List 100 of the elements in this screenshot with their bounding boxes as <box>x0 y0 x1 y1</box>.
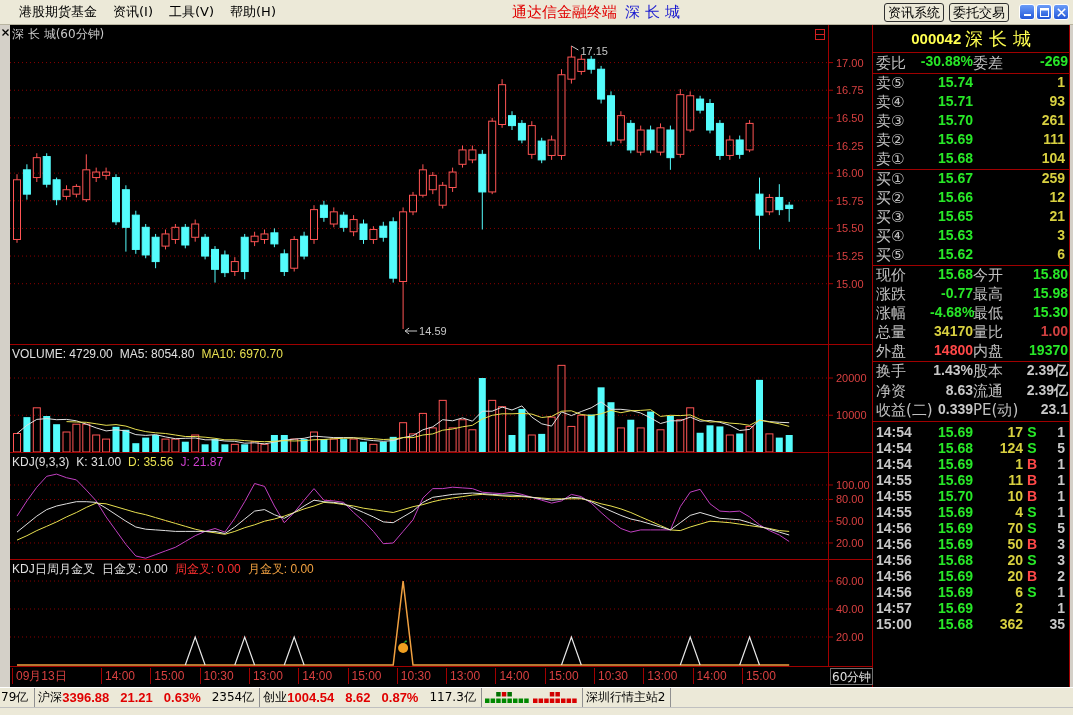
order-volume: 93 <box>1048 93 1065 111</box>
volume-bar <box>310 431 318 453</box>
order-volume: 6 <box>1056 246 1065 264</box>
order-price: 15.68 <box>936 150 973 168</box>
legend-item: MA10: 6970.70 <box>201 347 283 361</box>
menu-item[interactable]: 港股期货基金 <box>11 3 105 21</box>
candle <box>181 223 190 249</box>
candle <box>438 181 447 209</box>
close-button[interactable] <box>1053 4 1069 20</box>
menu-item[interactable]: 资讯(I) <box>105 3 161 21</box>
menu-item[interactable]: 帮助(H) <box>222 3 284 21</box>
index-percent: 0.63% <box>163 690 201 705</box>
candle <box>656 122 665 156</box>
toolbar-button[interactable]: 委托交易 <box>949 2 1009 22</box>
volume-bar <box>250 441 259 453</box>
legend-item: 周金叉: 0.00 <box>174 562 241 576</box>
quote-label: 量比 <box>973 323 1004 342</box>
time-label: 15:00 <box>741 668 776 684</box>
minimize-button[interactable] <box>1019 4 1035 20</box>
close-icon <box>1056 7 1066 17</box>
quote-label: 委比 <box>876 53 907 73</box>
quote-value: -0.77 <box>940 285 973 303</box>
stock-title: 深 长 城 <box>625 2 680 22</box>
legend-item: 日金叉: 0.00 <box>101 562 168 576</box>
trade-side: S <box>1026 423 1038 440</box>
axis-label: 20.00 <box>836 631 864 643</box>
volume-bar <box>280 435 288 453</box>
candle <box>220 250 229 278</box>
order-volume: 21 <box>1048 208 1065 226</box>
tick-volume: 50 <box>1006 535 1023 552</box>
volume-bar <box>142 437 150 453</box>
tick-volume: 6 <box>1014 583 1023 600</box>
quote-label: 涨幅 <box>876 304 907 323</box>
period-button[interactable]: 60分钟 <box>830 668 874 685</box>
tick-count: 1 <box>1056 423 1065 440</box>
candle <box>359 219 368 245</box>
tick-time: 14:56 <box>876 583 913 600</box>
quote-label: 今开 <box>973 266 1004 285</box>
legend-item: VOLUME: 4729.00 <box>12 347 113 361</box>
order-label: 卖⑤ <box>876 74 906 93</box>
candle <box>290 235 299 273</box>
candle <box>270 227 279 248</box>
candle <box>339 211 348 233</box>
tick-time: 14:55 <box>876 503 913 520</box>
order-label: 卖④ <box>876 93 906 112</box>
axis-label: 50.00 <box>836 515 864 528</box>
volume-bar <box>785 435 793 453</box>
tick-time: 14:56 <box>876 567 913 584</box>
tick-time: 14:55 <box>876 487 913 504</box>
quote-value: 14800 <box>933 342 973 360</box>
candle <box>171 223 180 245</box>
order-label: 卖③ <box>876 112 906 131</box>
app-title: 通达信金融终端 <box>512 2 618 22</box>
quote-label: 收益(二) <box>876 401 930 421</box>
candle <box>300 231 309 260</box>
axis-label: 15.50 <box>836 222 864 235</box>
order-price: 15.66 <box>936 189 973 207</box>
order-volume: 259 <box>1040 170 1065 188</box>
candle <box>636 125 645 156</box>
tick-count: 5 <box>1056 439 1065 456</box>
quote-label: 换手 <box>876 362 907 382</box>
volume-bar <box>290 438 299 453</box>
tick-time: 14:56 <box>876 519 913 536</box>
volume-bar <box>360 441 367 453</box>
candle <box>42 152 51 188</box>
quote-value: 15.80 <box>1031 266 1068 284</box>
quote-value: 8.63 <box>944 381 973 400</box>
quote-label: PE(动) <box>973 401 1020 421</box>
stock-code: 000042 <box>911 30 962 47</box>
tick-volume: 11 <box>1007 471 1023 488</box>
index-value: 3396.88 <box>62 690 110 705</box>
menu-item[interactable]: 工具(V) <box>161 3 223 21</box>
order-price: 15.74 <box>936 74 973 92</box>
order-price: 15.65 <box>936 208 973 226</box>
tick-time: 14:56 <box>876 535 913 552</box>
legend-item: J: 21.87 <box>180 455 224 469</box>
trade-side: B <box>1025 471 1039 488</box>
tick-volume: 124 <box>998 439 1023 456</box>
close-icon[interactable] <box>1 29 9 36</box>
legend-item: KDJ日周月金叉 <box>12 562 95 576</box>
volume-bar <box>230 443 239 453</box>
volume-bar <box>369 443 378 453</box>
leader-line <box>570 45 579 51</box>
maximize-button[interactable] <box>1036 4 1052 20</box>
axis-label: 40.00 <box>836 603 864 615</box>
quote-label: 外盘 <box>876 342 907 361</box>
volume-bar <box>72 423 81 453</box>
window-toggle-icon[interactable] <box>815 29 825 40</box>
volume-bar <box>745 425 754 453</box>
quote-value: 0.339 <box>936 401 973 417</box>
trade-side: B <box>1025 455 1039 472</box>
candle <box>191 219 200 243</box>
order-volume: 261 <box>1040 112 1065 130</box>
legend-item: KDJ(9,3,3) <box>12 455 70 469</box>
stock-name: 深 长 城 <box>965 26 1031 51</box>
time-label: 13:00 <box>446 668 481 684</box>
order-label: 卖① <box>876 150 906 169</box>
tick-price: 15.69 <box>936 567 973 584</box>
toolbar-button[interactable]: 资讯系统 <box>884 2 944 22</box>
volume-bar <box>62 431 71 453</box>
